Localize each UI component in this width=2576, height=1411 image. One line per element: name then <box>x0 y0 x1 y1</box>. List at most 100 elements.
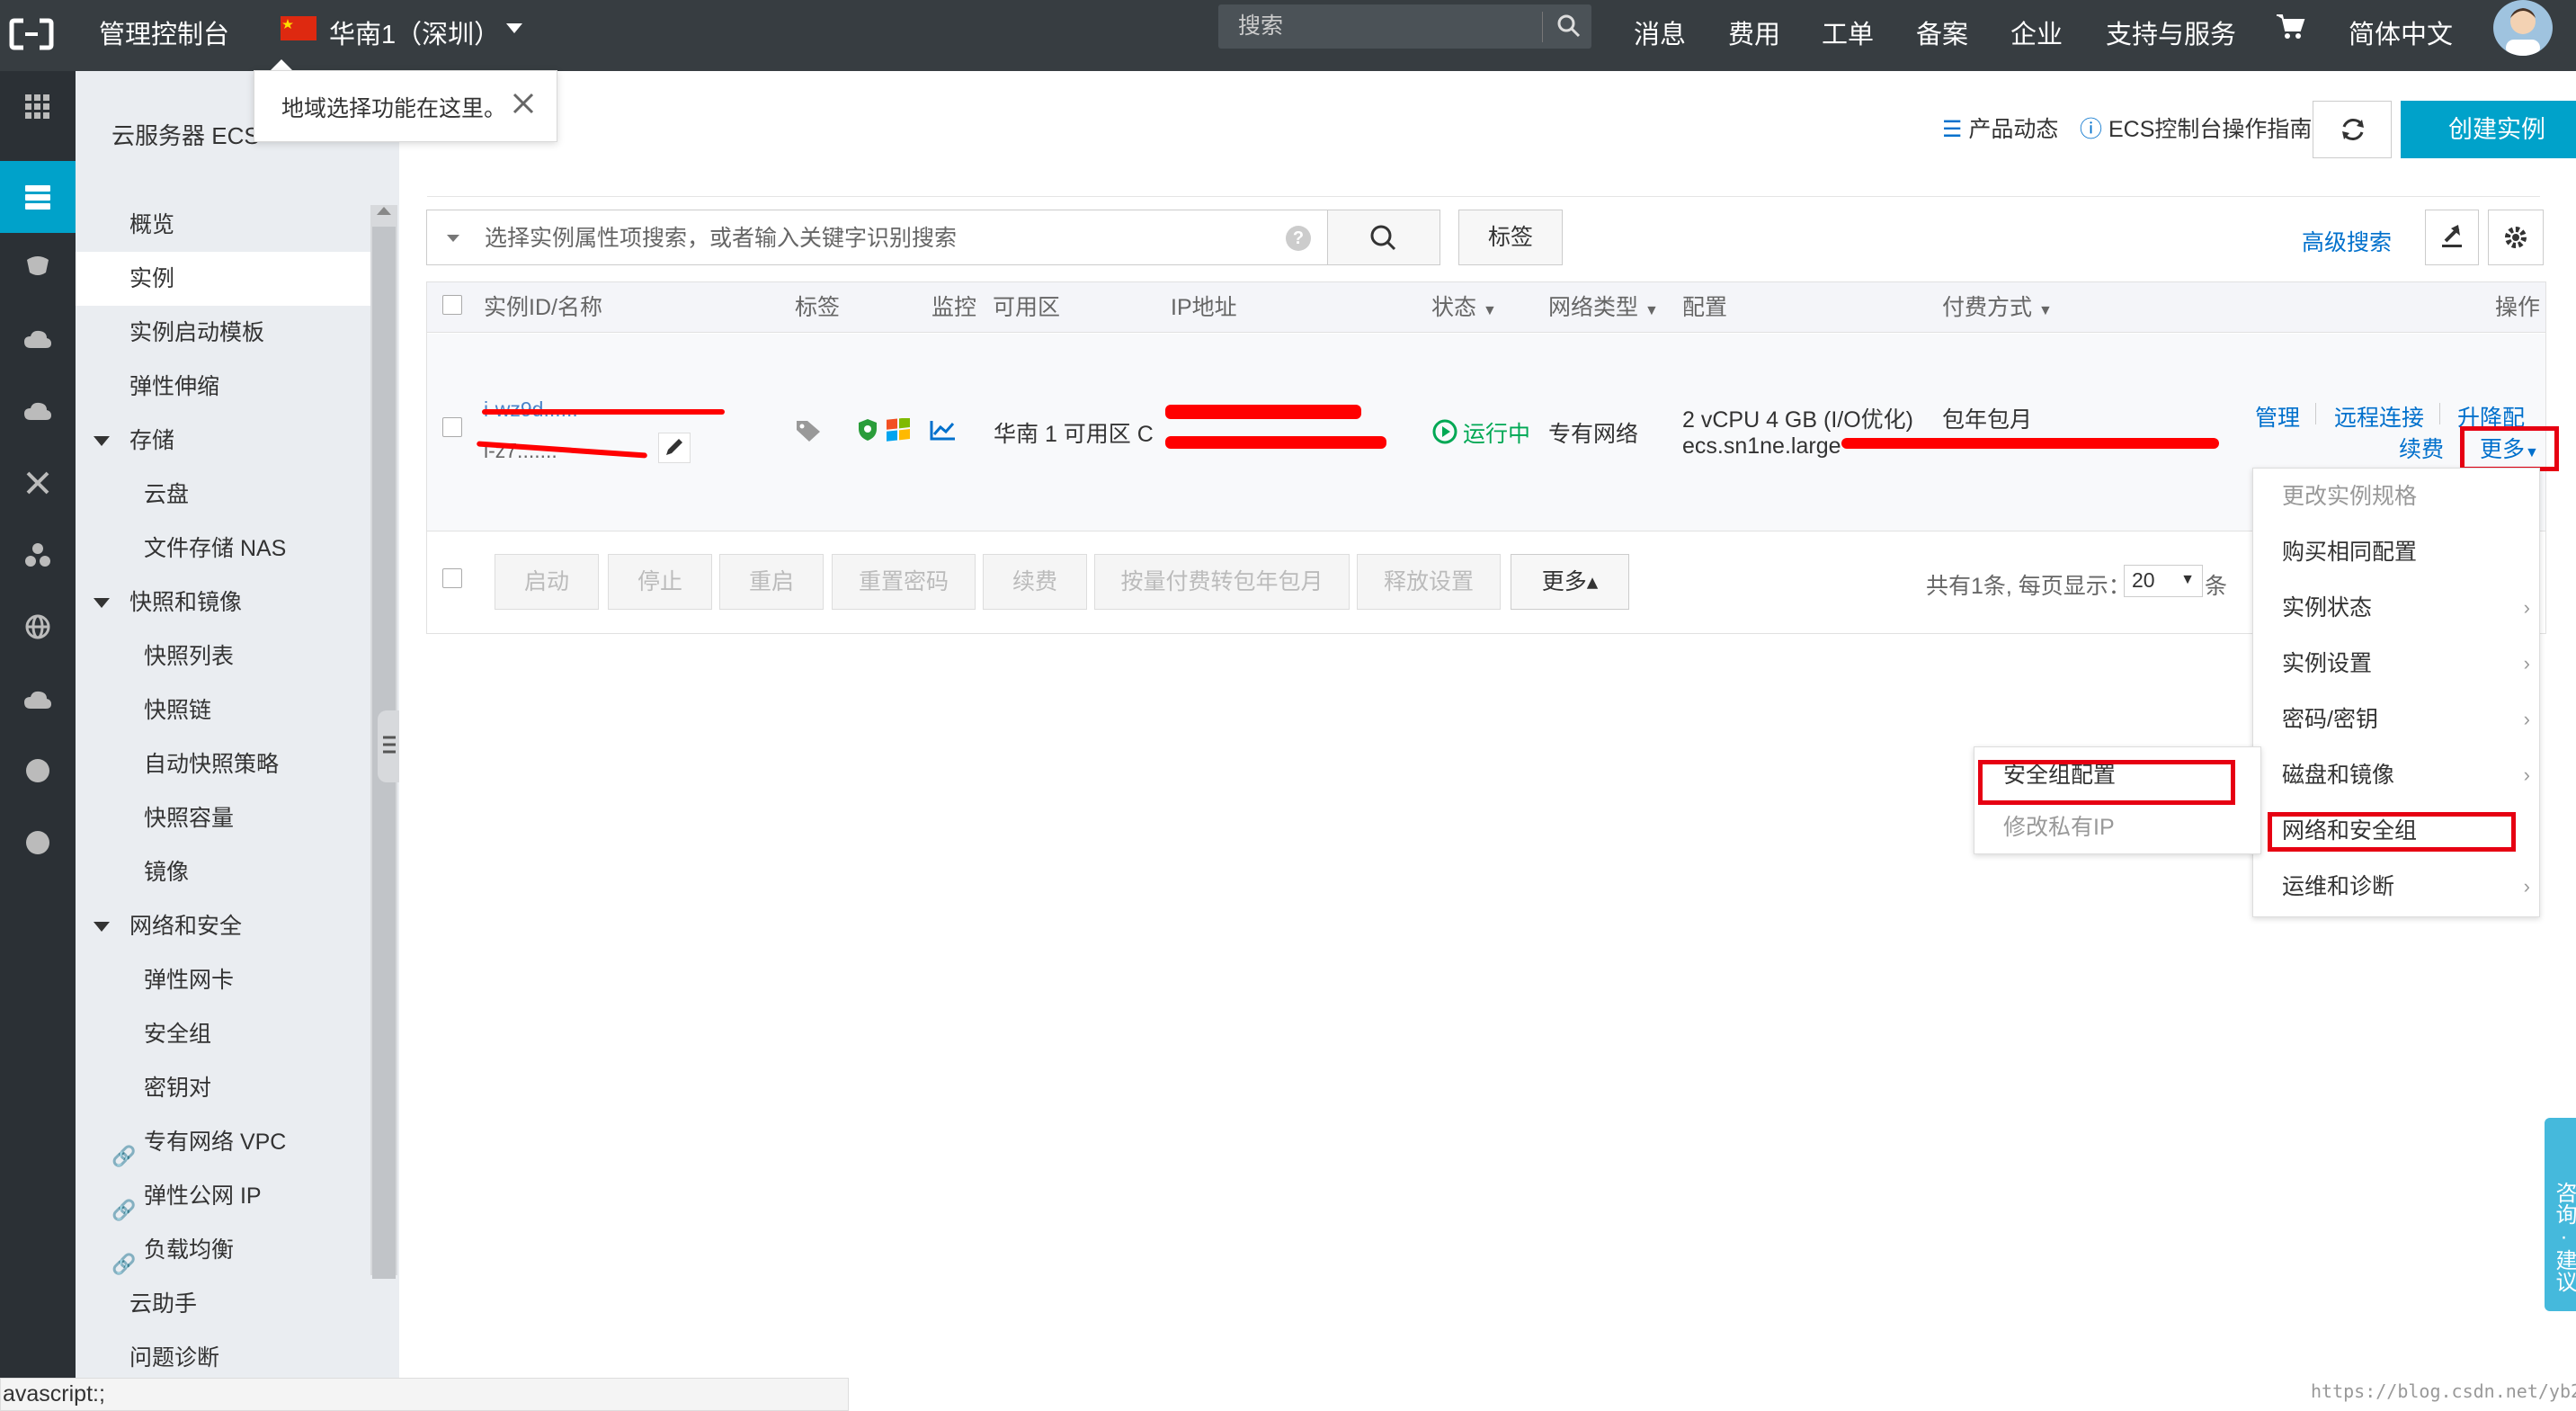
menu-item-instance-settings[interactable]: 实例设置 › <box>2253 636 2541 692</box>
menu-item-buy-same[interactable]: 购买相同配置 <box>2253 524 2541 580</box>
select-all-checkbox[interactable] <box>442 295 462 315</box>
remote-connect-link[interactable]: 远程连接 <box>2334 400 2424 433</box>
renew-button[interactable]: 续费 <box>983 554 1087 610</box>
close-icon[interactable] <box>511 91 536 116</box>
sidebar-item-nas[interactable]: 文件存储 NAS <box>76 522 370 576</box>
menu-item-disk-image[interactable]: 磁盘和镜像 › <box>2253 747 2541 803</box>
sidebar-item-slb[interactable]: 🔗 负载均衡 <box>76 1223 370 1277</box>
refresh-button[interactable] <box>2313 101 2392 158</box>
sidebar-item-disks[interactable]: 云盘 <box>76 468 370 522</box>
col-billing[interactable]: 付费方式 ▼ <box>1942 282 2053 333</box>
sidebar-group-snapshots[interactable]: 快照和镜像 <box>76 576 370 630</box>
sidebar-item-snapshot-list[interactable]: 快照列表 <box>76 630 370 683</box>
sidebar-item-eni[interactable]: 弹性网卡 <box>76 953 370 1007</box>
nav-support[interactable]: 支持与服务 <box>2106 0 2236 71</box>
page-size-select[interactable]: 20 ▼ <box>2124 565 2203 597</box>
instance-search-input[interactable]: 选择实例属性项搜索，或者输入关键字识别搜索 ? <box>426 210 1328 265</box>
sidebar-item-images[interactable]: 镜像 <box>76 845 370 899</box>
release-settings-button[interactable]: 释放设置 <box>1357 554 1501 610</box>
sidebar-item-security-groups[interactable]: 安全组 <box>76 1007 370 1061</box>
cart-icon[interactable] <box>2275 13 2305 41</box>
nav-icp[interactable]: 备案 <box>1916 0 1968 71</box>
sidebar-collapse-handle[interactable] <box>378 710 399 782</box>
product-news-link[interactable]: ☰ 产品动态 <box>1942 112 2058 144</box>
chevron-right-icon: › <box>2523 596 2530 619</box>
col-config: 配置 <box>1682 295 1728 320</box>
sidebar-item-launch-templates[interactable]: 实例启动模板 <box>76 306 370 360</box>
sidebar-item-vpc[interactable]: 🔗 专有网络 VPC <box>76 1115 370 1169</box>
sidebar-item-diagnosis[interactable]: 问题诊断 <box>76 1331 370 1385</box>
server-icon[interactable] <box>0 161 76 233</box>
monitor-chart-icon[interactable] <box>930 419 957 441</box>
submenu-item-modify-private-ip[interactable]: 修改私有IP <box>1974 799 2260 855</box>
start-button[interactable]: 启动 <box>495 554 599 610</box>
cluster-icon[interactable] <box>0 519 76 591</box>
sidebar-group-storage[interactable]: 存储 <box>76 414 370 468</box>
divider <box>2315 403 2316 424</box>
circle-icon[interactable] <box>0 807 76 879</box>
network-icon[interactable] <box>0 447 76 519</box>
search-button[interactable] <box>1327 210 1440 265</box>
export-button[interactable] <box>2425 210 2479 265</box>
sidebar-item-overview[interactable]: 概览 <box>76 198 370 252</box>
create-instance-button[interactable]: 创建实例 <box>2401 101 2576 158</box>
help-icon[interactable]: ? <box>1286 226 1311 251</box>
cloud-icon[interactable] <box>0 303 76 375</box>
footer-select-all-checkbox[interactable] <box>442 568 462 588</box>
advanced-search-link[interactable]: 高级搜索 <box>2302 225 2392 257</box>
console-title[interactable]: 管理控制台 <box>99 0 229 71</box>
scroll-up-icon[interactable] <box>377 207 391 215</box>
sidebar-item-keypairs[interactable]: 密钥对 <box>76 1061 370 1115</box>
row-checkbox[interactable] <box>442 417 462 437</box>
global-search-input[interactable]: 搜索 <box>1218 4 1591 49</box>
aliyun-logo-icon[interactable] <box>9 15 54 53</box>
feedback-tab[interactable]: 咨询·建议 <box>2545 1118 2576 1311</box>
nav-tickets[interactable]: 工单 <box>1822 0 1874 71</box>
cloud-upload-icon[interactable] <box>0 663 76 735</box>
stop-button[interactable]: 停止 <box>608 554 712 610</box>
region-selector[interactable]: 华南1（深圳） <box>329 0 500 71</box>
convert-billing-button[interactable]: 按量付费转包年包月 <box>1094 554 1350 610</box>
sidebar-item-cloud-assistant[interactable]: 云助手 <box>76 1277 370 1331</box>
col-status[interactable]: 状态 ▼ <box>1431 282 1497 333</box>
chevron-right-icon: › <box>2523 764 2530 786</box>
renew-link[interactable]: 续费 <box>2399 432 2444 464</box>
refresh-icon <box>2342 119 2364 140</box>
security-shield-icon[interactable] <box>857 417 878 442</box>
manage-link[interactable]: 管理 <box>2255 400 2300 433</box>
menu-item-instance-status[interactable]: 实例状态 › <box>2253 580 2541 636</box>
grid-icon[interactable] <box>0 71 76 143</box>
sidebar-item-instances[interactable]: 实例 <box>76 252 370 306</box>
tag-filter-button[interactable]: 标签 <box>1458 210 1563 265</box>
settings-button[interactable] <box>2488 210 2544 265</box>
console-guide-link[interactable]: ⓘ ECS控制台操作指南 <box>2080 112 2312 144</box>
nav-billing[interactable]: 费用 <box>1728 0 1780 71</box>
chevron-down-icon[interactable] <box>506 23 522 33</box>
col-network-type[interactable]: 网络类型 ▼ <box>1548 282 1659 333</box>
zone-cell: 华南 1 可用区 C <box>994 422 1154 447</box>
sidebar-item-auto-snapshot[interactable]: 自动快照策略 <box>76 737 370 791</box>
globe-icon[interactable] <box>0 591 76 663</box>
nav-enterprise[interactable]: 企业 <box>2010 0 2063 71</box>
restart-button[interactable]: 重启 <box>719 554 824 610</box>
reset-password-button[interactable]: 重置密码 <box>832 554 976 610</box>
sidebar-item-snapshot-chain[interactable]: 快照链 <box>76 683 370 737</box>
sidebar-item-eip[interactable]: 🔗 弹性公网 IP <box>76 1169 370 1223</box>
edit-name-button[interactable] <box>658 433 691 463</box>
menu-item-change-spec[interactable]: 更改实例规格 <box>2253 469 2541 524</box>
caret-down-icon[interactable] <box>447 235 459 242</box>
cdn-icon[interactable] <box>0 375 76 447</box>
sidebar-group-network-security[interactable]: 网络和安全 <box>76 899 370 953</box>
menu-item-password-key[interactable]: 密码/密钥 › <box>2253 692 2541 747</box>
footer-more-button[interactable]: 更多▴ <box>1511 554 1629 610</box>
search-icon[interactable] <box>1556 13 1582 39</box>
sidebar-item-snapshot-capacity[interactable]: 快照容量 <box>76 791 370 845</box>
circle-icon[interactable] <box>0 735 76 807</box>
nav-messages[interactable]: 消息 <box>1634 0 1686 71</box>
database-icon[interactable] <box>0 231 76 303</box>
nav-language[interactable]: 简体中文 <box>2349 0 2453 71</box>
tag-icon[interactable] <box>795 419 822 442</box>
avatar[interactable] <box>2493 0 2553 56</box>
sidebar-item-autoscaling[interactable]: 弹性伸缩 <box>76 360 370 414</box>
menu-item-ops-diagnosis[interactable]: 运维和诊断 › <box>2253 859 2541 915</box>
